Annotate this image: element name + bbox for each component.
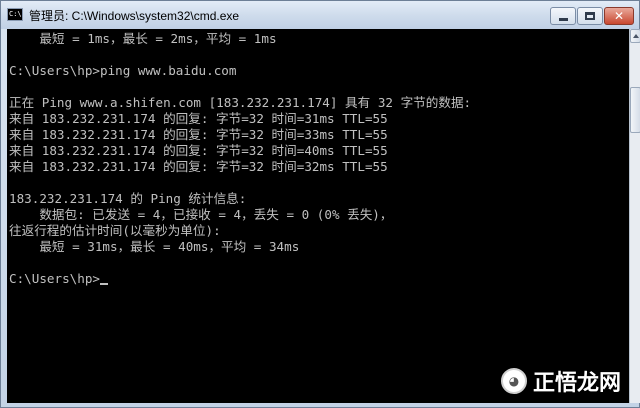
maximize-button[interactable] <box>577 7 603 25</box>
console-line: 正在 Ping www.a.shifen.com [183.232.231.17… <box>9 95 472 110</box>
console-line: 最短 = 1ms，最长 = 2ms，平均 = 1ms <box>9 31 277 46</box>
minimize-button[interactable] <box>550 7 576 25</box>
console-line: 来自 183.232.231.174 的回复: 字节=32 时间=31ms TT… <box>9 111 388 126</box>
console-output[interactable]: 最短 = 1ms，最长 = 2ms，平均 = 1ms C:\Users\hp>p… <box>7 29 629 403</box>
window-title: 管理员: C:\Windows\system32\cmd.exe <box>29 9 240 23</box>
console-line: 183.232.231.174 的 Ping 统计信息: <box>9 191 247 206</box>
close-button[interactable]: ✕ <box>604 7 634 25</box>
scroll-up-icon[interactable] <box>630 29 640 43</box>
console-line: 往返行程的估计时间(以毫秒为单位): <box>9 223 221 238</box>
watermark-text: 正悟龙网 <box>533 371 622 396</box>
vertical-scrollbar[interactable] <box>629 29 640 403</box>
console-line: 数据包: 已发送 = 4，已接收 = 4，丢失 = 0 (0% 丢失)， <box>9 207 393 222</box>
watermark: ◕ 正悟龙网 <box>501 361 621 401</box>
console-line: C:\Users\hp>ping www.baidu.com <box>9 63 237 78</box>
cmd-window: C:\ 管理员: C:\Windows\system32\cmd.exe ✕ 最… <box>0 0 640 408</box>
cmd-icon[interactable]: C:\ <box>7 8 23 21</box>
cmd-icon-label: C:\ <box>9 10 22 18</box>
minimize-icon <box>558 17 568 21</box>
prompt-line[interactable]: C:\Users\hp> <box>9 271 108 287</box>
prompt-text: C:\Users\hp> <box>9 271 100 286</box>
console-line: 来自 183.232.231.174 的回复: 字节=32 时间=32ms TT… <box>9 159 388 174</box>
title-bar[interactable]: C:\ 管理员: C:\Windows\system32\cmd.exe ✕ <box>1 1 639 29</box>
maximize-icon <box>585 12 595 20</box>
text-cursor <box>100 283 108 285</box>
close-icon: ✕ <box>613 9 625 23</box>
console-line: 来自 183.232.231.174 的回复: 字节=32 时间=40ms TT… <box>9 143 388 158</box>
console-line: 最短 = 31ms，最长 = 40ms，平均 = 34ms <box>9 239 300 254</box>
watermark-logo-icon: ◕ <box>501 368 527 394</box>
scrollbar-thumb[interactable] <box>630 87 640 133</box>
console-line: 来自 183.232.231.174 的回复: 字节=32 时间=33ms TT… <box>9 127 388 142</box>
